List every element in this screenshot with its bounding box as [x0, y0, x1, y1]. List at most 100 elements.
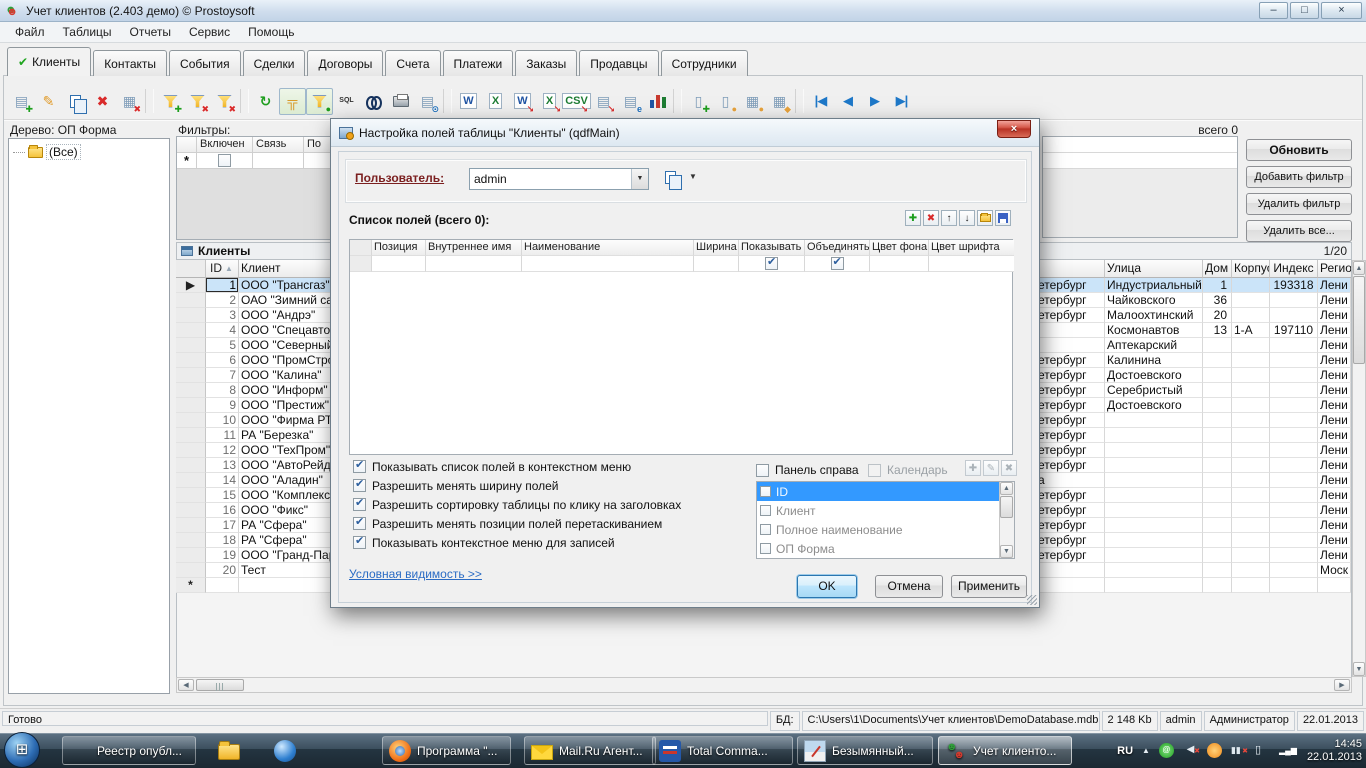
tree-panel-icon[interactable]: ╦	[279, 88, 306, 115]
sql-icon[interactable]: SQL	[333, 88, 360, 115]
nav-next-icon[interactable]: ▶	[861, 88, 888, 115]
table-fields-icon[interactable]: ▦●	[739, 88, 766, 115]
nav-prev-icon[interactable]: ◀	[834, 88, 861, 115]
filters-column-header[interactable]: Связь	[253, 137, 304, 153]
maximize-button[interactable]: □	[1290, 2, 1319, 19]
resize-grip[interactable]	[1027, 595, 1037, 605]
fields-column-header[interactable]: Цвет шрифта	[929, 240, 1014, 256]
filter-enabled-cell[interactable]	[197, 153, 253, 169]
refresh-button[interactable]: Обновить	[1246, 139, 1352, 161]
vertical-scroll-thumb[interactable]	[1353, 276, 1365, 364]
menu-item-1[interactable]: Файл	[6, 23, 54, 41]
option-checkbox[interactable]	[353, 460, 366, 473]
add-record-icon[interactable]: ▤✚	[8, 88, 35, 115]
calendar-checkbox[interactable]	[868, 464, 881, 477]
copy-dropdown-icon[interactable]: ▼	[689, 172, 697, 181]
tab-6[interactable]: Счета	[385, 50, 440, 76]
fields-column-header[interactable]: Показывать	[739, 240, 805, 256]
fields-table[interactable]: ПозицияВнутреннее имяНаименованиеШиринаП…	[349, 239, 1013, 455]
move-up-icon[interactable]: ↑	[941, 210, 957, 226]
horizontal-scroll-thumb[interactable]	[196, 679, 244, 691]
show-checkbox[interactable]	[765, 257, 778, 270]
export-file-icon[interactable]: ▤↘	[590, 88, 617, 115]
start-button[interactable]: ⊞	[4, 732, 40, 768]
edit-record-icon[interactable]: ✎	[35, 88, 62, 115]
taskbar-app[interactable]: Учет клиенто...	[938, 736, 1072, 765]
tab-10[interactable]: Сотрудники	[661, 50, 748, 76]
menu-item-4[interactable]: Сервис	[180, 23, 239, 41]
add-field-icon[interactable]: ✚	[905, 210, 921, 226]
filter-link-cell[interactable]	[253, 153, 304, 169]
tab-4[interactable]: Сделки	[243, 50, 306, 76]
field-checkbox[interactable]	[760, 505, 771, 516]
taskbar-explorer[interactable]	[211, 736, 243, 765]
tray-expand-icon[interactable]: ▲	[1142, 746, 1150, 755]
fields-column-header[interactable]: Внутреннее имя	[426, 240, 522, 256]
filter-panel-icon[interactable]: ●	[306, 88, 333, 115]
minimize-button[interactable]: –	[1259, 2, 1288, 19]
tab-3[interactable]: События	[169, 50, 241, 76]
clear-filters-icon[interactable]: ✖	[211, 88, 238, 115]
fields-column-header[interactable]: Ширина	[694, 240, 739, 256]
delete-field-icon[interactable]: ✖	[923, 210, 939, 226]
field-list-item[interactable]: ID	[757, 482, 1014, 501]
scroll-down-button[interactable]: ▼	[1353, 662, 1365, 676]
language-indicator[interactable]: RU	[1117, 745, 1133, 757]
ok-button[interactable]: OK	[797, 575, 857, 598]
taskbar-mailru[interactable]: Mail.Ru Агент...	[524, 736, 656, 765]
user-combobox[interactable]: admin ▼	[469, 168, 649, 190]
taskbar-ie[interactable]: Реестр опубл...	[62, 736, 196, 765]
merge-checkbox[interactable]	[831, 257, 844, 270]
dialog-option-2[interactable]: Разрешить менять ширину полей	[353, 476, 681, 495]
export-html-icon[interactable]: ▤e	[617, 88, 644, 115]
table-settings-icon[interactable]: ▦◆	[766, 88, 793, 115]
save-scheme-icon[interactable]	[995, 210, 1011, 226]
add-panel-field-icon[interactable]: ✚	[965, 460, 981, 476]
apply-button[interactable]: Применить	[951, 575, 1027, 598]
delete-filter-icon[interactable]: ✖	[184, 88, 211, 115]
column-settings-icon[interactable]: ▯●	[712, 88, 739, 115]
panel-right-checkbox[interactable]	[756, 464, 769, 477]
scroll-up-button[interactable]: ▲	[1353, 261, 1365, 275]
horizontal-scrollbar[interactable]: ◀ ▶	[176, 677, 1352, 693]
copy-record-icon[interactable]	[62, 88, 89, 115]
menu-item-5[interactable]: Помощь	[239, 23, 303, 41]
export-csv-icon[interactable]: CSV↘	[563, 88, 590, 115]
menu-item-3[interactable]: Отчеты	[121, 23, 180, 41]
tray-agent-icon[interactable]: @	[1159, 743, 1174, 758]
dialog-option-5[interactable]: Показывать контекстное меню для записей	[353, 533, 681, 552]
column-header-Улица[interactable]: Улица	[1105, 260, 1203, 278]
panel-field-list[interactable]: IDКлиентПолное наименованиеОП Форма ▲ ▼	[756, 481, 1015, 559]
panel-right-option[interactable]: Панель справа	[756, 463, 859, 477]
fields-column-header[interactable]: Объединять	[805, 240, 870, 256]
calendar-option[interactable]: Календарь	[868, 463, 948, 477]
field-list-item[interactable]: Клиент	[757, 501, 1014, 520]
field-checkbox[interactable]	[760, 524, 771, 535]
fields-column-header[interactable]: Наименование	[522, 240, 694, 256]
field-checkbox[interactable]	[760, 486, 771, 497]
fields-column-header[interactable]: Позиция	[372, 240, 426, 256]
copy-settings-icon[interactable]	[665, 171, 676, 184]
export-word-icon[interactable]: W	[455, 88, 482, 115]
filters-column-header[interactable]: Включен	[197, 137, 253, 153]
refresh-icon[interactable]: ↻	[252, 88, 279, 115]
field-list-item[interactable]: ОП Форма	[757, 539, 1014, 558]
tray-network-error-icon[interactable]: ▮▮	[1231, 743, 1246, 758]
vertical-scrollbar[interactable]: ▲ ▼	[1352, 260, 1366, 677]
tray-volume-muted-icon[interactable]: ◀	[1183, 743, 1198, 758]
field-checkbox[interactable]	[760, 543, 771, 554]
tray-eject-media-icon[interactable]: ▯	[1255, 743, 1270, 758]
list-scrollbar[interactable]: ▲ ▼	[999, 482, 1014, 558]
move-down-icon[interactable]: ↓	[959, 210, 975, 226]
menu-item-2[interactable]: Таблицы	[54, 23, 121, 41]
delete-all-button[interactable]: Удалить все...	[1246, 220, 1352, 242]
taskbar-paint[interactable]: Безымянный...	[797, 736, 933, 765]
preview-icon[interactable]: ▤⊙	[414, 88, 441, 115]
fields-column-header[interactable]: Цвет фона	[870, 240, 929, 256]
taskbar-firefox[interactable]: Программа "...	[382, 736, 511, 765]
print-icon[interactable]	[387, 88, 414, 115]
add-column-icon[interactable]: ▯✚	[685, 88, 712, 115]
load-scheme-icon[interactable]	[977, 210, 993, 226]
dialog-close-button[interactable]: ×	[997, 120, 1031, 138]
list-scroll-up-button[interactable]: ▲	[1000, 482, 1013, 495]
